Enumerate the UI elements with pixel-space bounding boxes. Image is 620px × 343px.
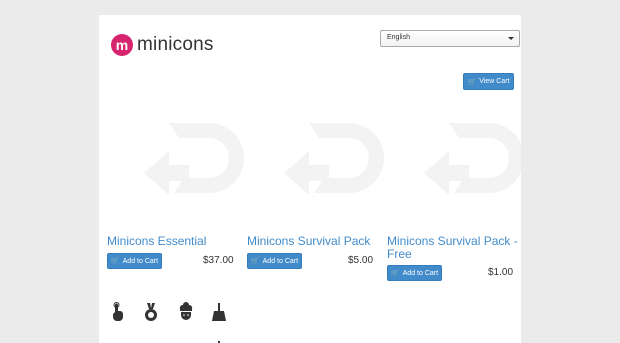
add-to-cart-button[interactable]: 🛒 Add to Cart (387, 265, 442, 281)
logo-badge: m (111, 34, 133, 56)
add-to-cart-label: Add to Cart (402, 269, 439, 277)
product-title[interactable]: Minicons Survival Pack (247, 235, 370, 248)
cart-icon: 🛒 (390, 270, 400, 277)
placeholder-logo-icon (144, 123, 244, 195)
logo[interactable]: m minicons (111, 34, 214, 56)
view-cart-label: View Cart (479, 78, 510, 85)
language-select[interactable]: English (380, 30, 520, 47)
broom-icon (209, 302, 229, 322)
view-cart-button[interactable]: 🛒 View Cart (463, 73, 514, 90)
placeholder-logo-icon (284, 123, 384, 195)
product-price: $37.00 (203, 255, 234, 266)
page-container: m minicons English 🛒 View Cart Minicons … (99, 15, 521, 343)
medal-icon (141, 302, 161, 322)
product-title[interactable]: Minicons Essential (107, 235, 206, 248)
chef-icon (176, 302, 196, 322)
cart-icon: 🛒 (250, 258, 260, 265)
product-price: $5.00 (348, 255, 374, 266)
product-price: $1.00 (488, 267, 514, 278)
add-to-cart-label: Add to Cart (262, 257, 299, 265)
add-to-cart-button[interactable]: 🛒 Add to Cart (107, 253, 162, 269)
chevron-down-icon (508, 37, 514, 40)
product-image-placeholder[interactable] (264, 113, 384, 213)
language-select-value: English (387, 34, 410, 41)
logo-text: minicons (137, 34, 214, 55)
product-title-line: Free (387, 247, 412, 261)
product-image-placeholder[interactable] (124, 113, 244, 213)
add-to-cart-label: Add to Cart (122, 257, 159, 265)
hand-pointer-icon (108, 302, 128, 322)
product-image-placeholder[interactable] (404, 113, 521, 213)
placeholder-logo-icon (424, 123, 521, 195)
cart-icon: 🛒 (110, 258, 120, 265)
add-to-cart-button[interactable]: 🛒 Add to Cart (247, 253, 302, 269)
cart-icon: 🛒 (467, 78, 477, 86)
product-title[interactable]: Minicons Survival Pack - Free (387, 235, 518, 261)
